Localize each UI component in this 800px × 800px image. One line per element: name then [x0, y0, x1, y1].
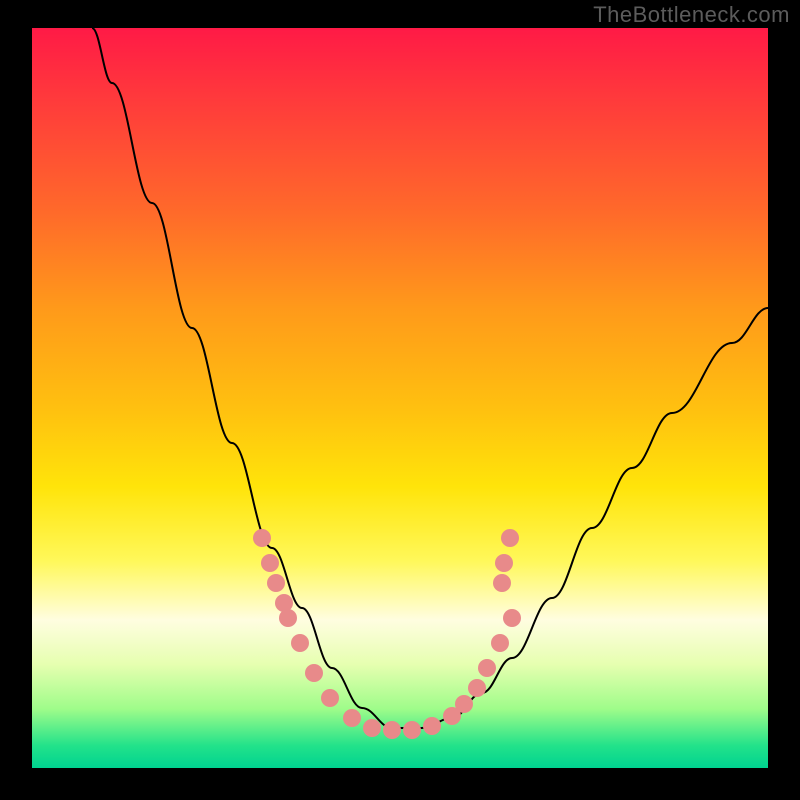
data-point [279, 609, 297, 627]
data-point [455, 695, 473, 713]
data-point [495, 554, 513, 572]
data-point [321, 689, 339, 707]
data-points-group [253, 529, 521, 739]
bottleneck-curve [92, 28, 768, 728]
data-point [383, 721, 401, 739]
data-point [491, 634, 509, 652]
plot-area [32, 28, 768, 768]
data-point [493, 574, 511, 592]
data-point [261, 554, 279, 572]
data-point [305, 664, 323, 682]
data-point [423, 717, 441, 735]
data-point [267, 574, 285, 592]
watermark-text: TheBottleneck.com [593, 2, 790, 28]
data-point [478, 659, 496, 677]
data-point [291, 634, 309, 652]
data-point [253, 529, 271, 547]
data-point [343, 709, 361, 727]
data-point [501, 529, 519, 547]
chart-svg [32, 28, 768, 768]
data-point [363, 719, 381, 737]
data-point [503, 609, 521, 627]
chart-frame: TheBottleneck.com [0, 0, 800, 800]
data-point [403, 721, 421, 739]
data-point [468, 679, 486, 697]
